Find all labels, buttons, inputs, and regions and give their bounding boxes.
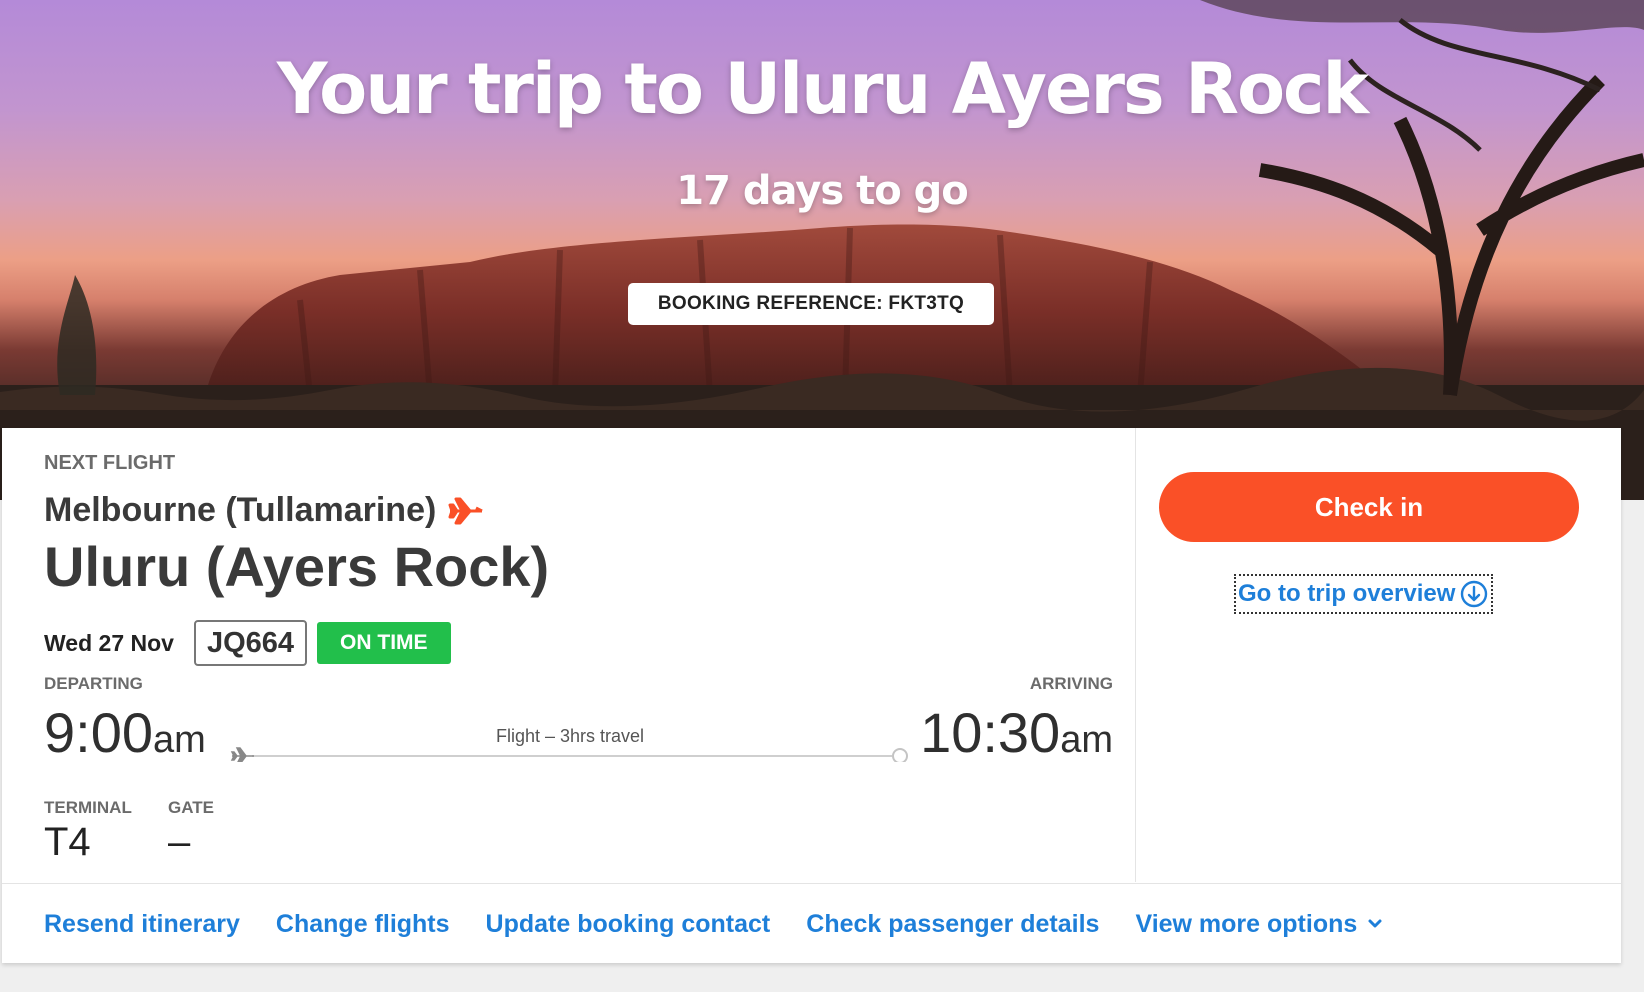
flight-route-line	[230, 747, 908, 762]
departing-label: DEPARTING	[44, 674, 143, 693]
resend-itinerary-link[interactable]: Resend itinerary	[44, 910, 240, 939]
update-booking-contact-link[interactable]: Update booking contact	[486, 910, 771, 939]
origin-label: Melbourne (Tullamarine)	[44, 491, 437, 529]
flight-progress-track: Flight – 3hrs travel	[230, 726, 910, 762]
flight-card: NEXT FLIGHT Melbourne (Tullamarine) Ulur…	[2, 428, 1621, 963]
arrival-ampm: am	[1060, 719, 1113, 761]
arrival-time-value: 10:30	[920, 701, 1061, 764]
trip-overview-link[interactable]: Go to trip overview	[1233, 574, 1494, 614]
terminal-label: TERMINAL	[44, 798, 132, 817]
trip-overview-label: Go to trip overview	[1238, 580, 1456, 607]
booking-actions-bar: Resend itinerary Change flights Update b…	[2, 883, 1621, 964]
change-flights-link[interactable]: Change flights	[276, 910, 450, 939]
hero-banner: Your trip to Uluru Ayers Rock 17 days to…	[0, 0, 1644, 500]
arrival-time: 10:30am	[920, 700, 1113, 765]
next-flight-label: NEXT FLIGHT	[44, 452, 176, 474]
arrival-point-icon	[892, 748, 908, 762]
origin-airport: Melbourne (Tullamarine)	[44, 491, 484, 530]
arriving-label: ARRIVING	[1029, 674, 1113, 693]
gate-value: –	[168, 820, 191, 864]
departure-time-value: 9:00	[44, 701, 153, 764]
destination-airport: Uluru (Ayers Rock)	[44, 535, 550, 598]
arrow-down-circle-icon	[1461, 580, 1488, 608]
flight-date: Wed 27 Nov	[44, 629, 174, 656]
flight-number-badge: JQ664	[193, 620, 308, 666]
departure-plane-icon	[230, 747, 254, 762]
view-more-options-label: View more options	[1135, 909, 1358, 938]
flight-meta-row: Wed 27 Nov JQ664 ON TIME	[44, 620, 451, 666]
check-in-button[interactable]: Check in	[1159, 472, 1579, 542]
status-badge: ON TIME	[317, 622, 451, 664]
departure-ampm: am	[153, 719, 206, 761]
plane-icon	[448, 497, 483, 524]
terminal-value: T4	[44, 820, 91, 864]
flight-details-panel: NEXT FLIGHT Melbourne (Tullamarine) Ulur…	[2, 428, 1136, 882]
check-passenger-details-link[interactable]: Check passenger details	[806, 910, 1099, 939]
chevron-down-icon	[1368, 919, 1382, 928]
departure-time: 9:00am	[44, 700, 206, 765]
gate-label: GATE	[168, 798, 214, 817]
trip-title: Your trip to Uluru Ayers Rock	[276, 48, 1369, 130]
view-more-options-link[interactable]: View more options	[1135, 910, 1383, 939]
trip-countdown: 17 days to go	[676, 168, 968, 214]
booking-reference-badge: BOOKING REFERENCE: FKT3TQ	[628, 283, 994, 325]
